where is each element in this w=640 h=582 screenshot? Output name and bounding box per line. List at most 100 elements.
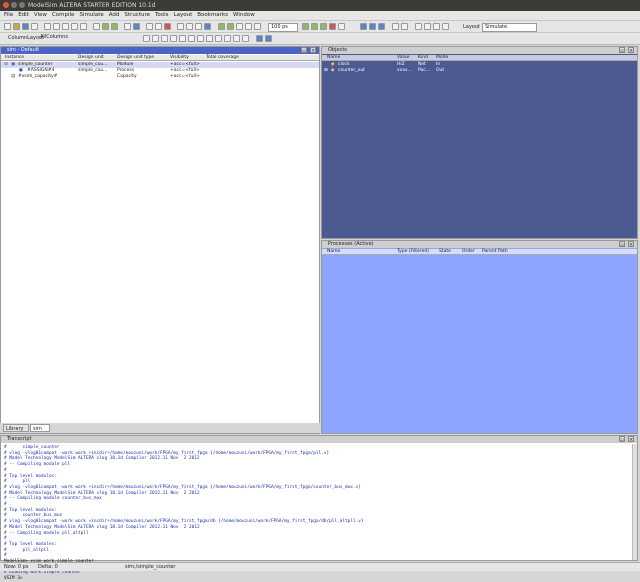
open-folder-icon[interactable] [13, 23, 20, 30]
close-pane-icon[interactable]: × [628, 436, 634, 443]
menu-add[interactable]: Add [109, 11, 120, 20]
copy-icon[interactable] [53, 23, 60, 30]
tab-sim[interactable]: sim [30, 424, 50, 432]
col-design-unit[interactable]: Design unit [78, 55, 104, 61]
find-next-icon[interactable] [179, 35, 186, 42]
menu-window[interactable]: Window [233, 11, 255, 20]
tool-icon-b[interactable] [215, 35, 222, 42]
break-run-icon[interactable] [329, 23, 336, 30]
layout-select[interactable]: Simulate [482, 23, 537, 32]
menu-bookmarks[interactable]: Bookmarks [197, 11, 228, 20]
tool-icon-e[interactable] [242, 35, 249, 42]
toggle-icon[interactable] [143, 35, 150, 42]
compile-icon[interactable] [102, 23, 109, 30]
zoom-in-icon[interactable] [177, 23, 184, 30]
wave-icon[interactable] [146, 23, 153, 30]
step-icon[interactable] [218, 23, 225, 30]
continue-icon[interactable] [311, 23, 318, 30]
run-time-field[interactable]: 100 ps [268, 23, 298, 32]
menu-tools[interactable]: Tools [155, 11, 169, 20]
print-icon[interactable] [31, 23, 38, 30]
col-kind[interactable]: Kind [418, 55, 428, 61]
bookmark-icon[interactable] [433, 23, 440, 30]
run-all-icon[interactable] [320, 23, 327, 30]
tool-icon-d[interactable] [233, 35, 240, 42]
close-pane-icon[interactable]: × [310, 47, 316, 54]
menu-view[interactable]: View [34, 11, 47, 20]
undock-icon[interactable]: ▫ [619, 241, 625, 248]
expand-tree-icon[interactable]: ⊞ [324, 68, 328, 74]
break-icon[interactable] [133, 23, 140, 30]
close-window-icon[interactable] [3, 2, 9, 8]
transcript-pane[interactable]: Transcript ▫ × # simple_counter # vlog -v… [0, 435, 638, 581]
col-visibility[interactable]: Visibility [170, 55, 189, 61]
tool-icon-a[interactable] [206, 35, 213, 42]
tool-icon-g[interactable] [265, 35, 272, 42]
list-item[interactable]: ⊞ ◆ counter_out xxxx... Pac... Out [322, 68, 637, 74]
close-pane-icon[interactable]: × [628, 47, 634, 54]
undock-icon[interactable]: ▫ [301, 47, 307, 54]
col-name[interactable]: Name [327, 55, 340, 61]
find-prev-icon[interactable] [188, 35, 195, 42]
step-into-icon[interactable] [360, 23, 367, 30]
col-order[interactable]: Order [462, 249, 475, 255]
col-instance[interactable]: Instance [5, 55, 24, 61]
menu-compile[interactable]: Compile [52, 11, 75, 20]
tab-library[interactable]: Library [3, 424, 29, 432]
step-next-icon[interactable] [378, 23, 385, 30]
menu-edit[interactable]: Edit [18, 11, 29, 20]
list-icon[interactable] [155, 23, 162, 30]
cut-icon[interactable] [44, 23, 51, 30]
upload-icon[interactable] [415, 23, 422, 30]
col-state[interactable]: State [439, 249, 451, 255]
new-file-icon[interactable] [4, 23, 11, 30]
restart-icon[interactable] [236, 23, 243, 30]
filter-icon[interactable] [170, 35, 177, 42]
find-icon[interactable] [93, 23, 100, 30]
step-out-icon[interactable] [369, 23, 376, 30]
tool-icon-c[interactable] [224, 35, 231, 42]
minimize-window-icon[interactable] [11, 2, 17, 8]
stop-run-icon[interactable] [338, 23, 345, 30]
col-total-coverage[interactable]: Total coverage [206, 55, 239, 61]
undock-icon[interactable]: ▫ [619, 436, 625, 443]
compile-all-icon[interactable] [111, 23, 118, 30]
zoom-full-icon[interactable] [195, 23, 202, 30]
undock-icon[interactable]: ▫ [619, 47, 625, 54]
maximize-window-icon[interactable] [19, 2, 25, 8]
col-name[interactable]: Name [327, 249, 340, 255]
up-icon[interactable] [392, 23, 399, 30]
step-over-icon[interactable] [227, 23, 234, 30]
up-arrow-icon[interactable] [245, 23, 252, 30]
download-icon[interactable] [424, 23, 431, 30]
save-icon[interactable] [22, 23, 29, 30]
simulate-icon[interactable] [124, 23, 131, 30]
col-parent-path[interactable]: Parent Path [482, 249, 508, 255]
zoom-icon[interactable] [197, 35, 204, 42]
column-layout-select[interactable]: AllColumns [38, 34, 140, 43]
cursor-icon[interactable] [204, 23, 211, 30]
table-row[interactable]: ▤ #vsim_capacity# Capacity +acc=<full> [1, 74, 319, 80]
menu-simulate[interactable]: Simulate [79, 11, 103, 20]
col-mode[interactable]: Mode [436, 55, 448, 61]
marker-icon[interactable] [442, 23, 449, 30]
redo-icon[interactable] [80, 23, 87, 30]
transcript-scrollbar[interactable] [632, 444, 637, 560]
col-value[interactable]: Value [397, 55, 409, 61]
col-design-unit-type[interactable]: Design unit type [117, 55, 154, 61]
expand-icon[interactable] [152, 35, 159, 42]
menu-layout[interactable]: Layout [174, 11, 193, 20]
tool-icon-f[interactable] [256, 35, 263, 42]
zoom-out-icon[interactable] [186, 23, 193, 30]
collapse-icon[interactable] [161, 35, 168, 42]
paste-icon[interactable] [62, 23, 69, 30]
close-pane-icon[interactable]: × [628, 241, 634, 248]
menu-structure[interactable]: Structure [124, 11, 150, 20]
run-icon[interactable] [302, 23, 309, 30]
down-icon[interactable] [401, 23, 408, 30]
down-arrow-icon[interactable] [254, 23, 261, 30]
stop-icon[interactable] [164, 23, 171, 30]
menu-file[interactable]: File [4, 11, 13, 20]
col-type[interactable]: Type (Filtered) [397, 249, 429, 255]
undo-icon[interactable] [71, 23, 78, 30]
